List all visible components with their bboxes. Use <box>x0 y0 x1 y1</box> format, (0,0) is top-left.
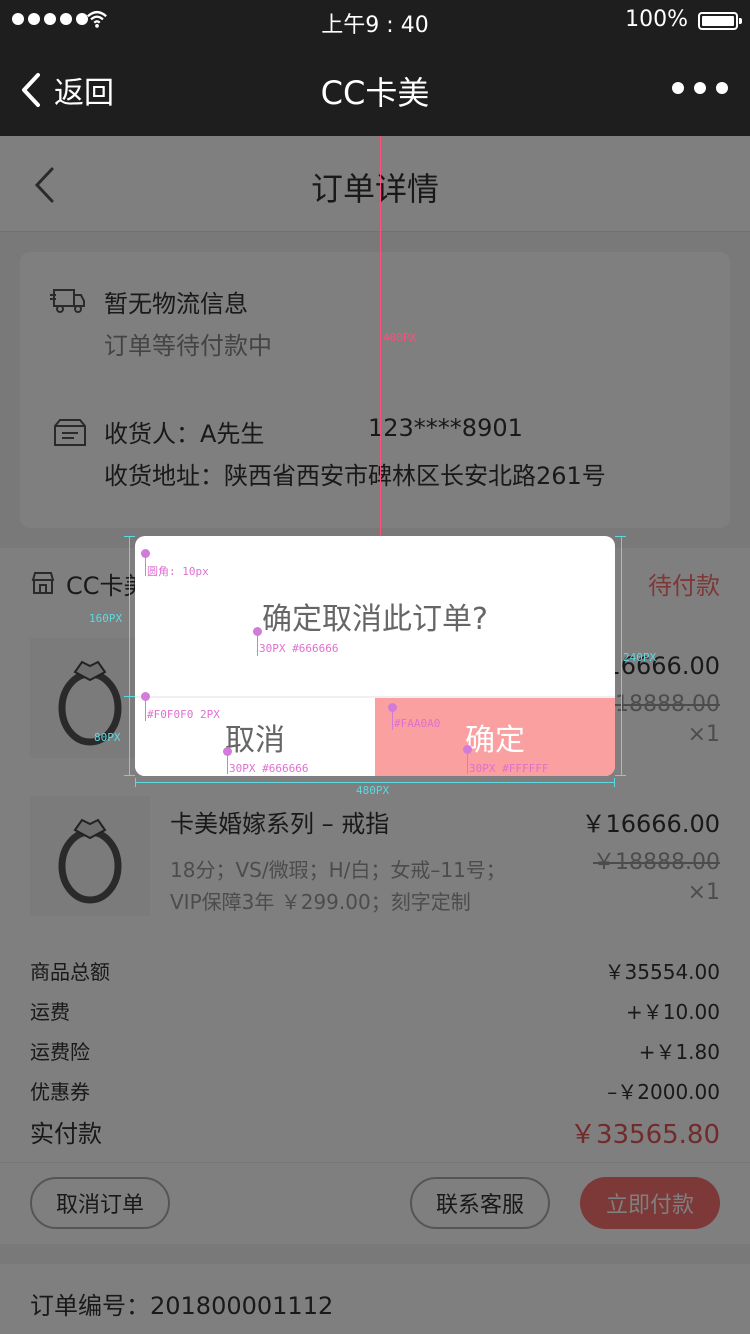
battery-percentage: 100% <box>625 7 688 32</box>
status-bar: 上午9 : 40 100% <box>0 0 750 40</box>
annotation-divider: #F0F0F0 2PX <box>147 708 220 721</box>
annotation-message-style: 30PX #666666 <box>259 642 339 655</box>
annotation-message-height: 160PX <box>89 612 123 625</box>
guide-line <box>124 775 135 776</box>
nav-title: CC卡美 <box>320 74 430 112</box>
guide-line <box>135 782 615 783</box>
guide-line <box>129 536 130 776</box>
guide-line <box>615 536 626 537</box>
guide-line <box>614 778 615 787</box>
annotation-pin-line <box>392 710 393 730</box>
guide-line <box>621 536 622 776</box>
guide-line <box>124 696 135 697</box>
dialog-message: 确定取消此订单? <box>262 602 488 637</box>
annotation-dialog-height: 240PX <box>623 651 657 664</box>
annotation-confirm-style: 30PX #FFFFFF <box>469 762 549 775</box>
annotation-pin-line <box>145 699 146 721</box>
annotation-pin-line <box>227 754 228 774</box>
guide-line <box>380 136 381 536</box>
annotation-top-distance: 400PX <box>383 331 417 344</box>
annotation-dialog-width: 480PX <box>356 784 390 797</box>
annotation-radius: 圆角: 10px <box>147 565 209 578</box>
guide-line <box>615 775 626 776</box>
guide-line <box>135 778 136 787</box>
annotation-cancel-style: 30PX #666666 <box>229 762 309 775</box>
annotation-confirm-bg: #FAA0A0 <box>394 717 441 730</box>
annotation-button-height: 80PX <box>94 731 121 744</box>
annotation-pin-line <box>145 556 146 576</box>
guide-line <box>124 536 135 537</box>
annotation-pin-line <box>467 752 468 774</box>
annotation-pin-line <box>257 634 258 656</box>
more-icon[interactable] <box>672 82 728 94</box>
nav-bar: 返回 CC卡美 <box>0 40 750 136</box>
battery-icon <box>698 12 742 30</box>
